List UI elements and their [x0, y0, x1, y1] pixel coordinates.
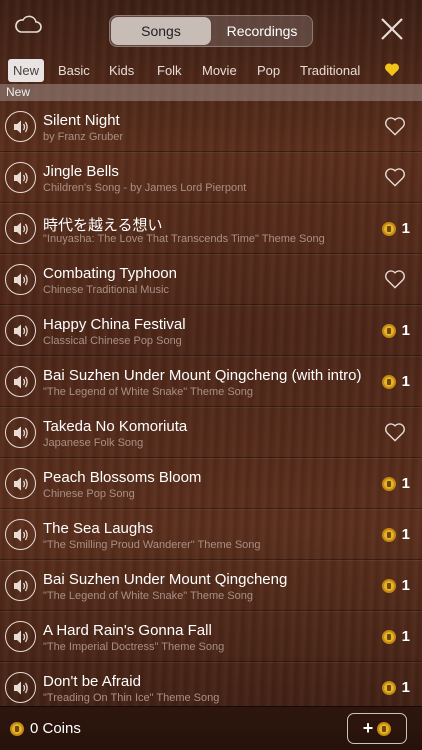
speaker-icon[interactable] — [5, 570, 36, 601]
song-title: Happy China Festival — [43, 316, 186, 333]
speaker-icon[interactable] — [5, 366, 36, 397]
song-row[interactable]: The Sea Laughs "The Smilling Proud Wande… — [0, 509, 422, 560]
song-title: Takeda No Komoriuta — [43, 418, 188, 435]
price-tag[interactable]: 1 — [381, 373, 410, 390]
price-tag[interactable]: 1 — [381, 475, 410, 492]
speaker-icon[interactable] — [5, 111, 36, 142]
coin-icon — [381, 578, 396, 593]
song-title: Don't be Afraid — [43, 673, 141, 690]
coin-icon — [381, 680, 396, 695]
heart-icon[interactable] — [384, 422, 406, 442]
category-favorites-heart-icon[interactable] — [384, 62, 400, 78]
category-basic[interactable]: Basic — [53, 59, 95, 82]
close-icon[interactable] — [380, 17, 404, 41]
category-traditional[interactable]: Traditional — [295, 59, 365, 82]
speaker-icon[interactable] — [5, 468, 36, 499]
speaker-icon[interactable] — [5, 162, 36, 193]
song-subtitle: Chinese Pop Song — [43, 488, 135, 500]
speaker-icon[interactable] — [5, 417, 36, 448]
song-title: Silent Night — [43, 112, 120, 129]
coin-balance: 0 Coins — [10, 720, 81, 737]
coin-balance-label: 0 Coins — [30, 720, 81, 737]
category-folk[interactable]: Folk — [152, 59, 187, 82]
category-kids[interactable]: Kids — [104, 59, 139, 82]
song-row[interactable]: Bai Suzhen Under Mount Qingcheng (with i… — [0, 356, 422, 407]
speaker-icon[interactable] — [5, 213, 36, 244]
song-subtitle: "Inuyasha: The Love That Transcends Time… — [43, 233, 325, 245]
song-subtitle: "Treading On Thin Ice" Theme Song — [43, 692, 220, 704]
song-list: Silent Night by Franz Gruber Jingle Bell… — [0, 101, 422, 713]
price-value: 1 — [401, 577, 410, 594]
song-subtitle: Children's Song - by James Lord Pierpont — [43, 182, 247, 194]
song-row[interactable]: 時代を越える想い "Inuyasha: The Love That Transc… — [0, 203, 422, 254]
songs-recordings-toggle: Songs Recordings — [109, 15, 313, 47]
price-value: 1 — [401, 679, 410, 696]
section-header-new: New — [0, 84, 422, 101]
cloud-icon[interactable] — [14, 14, 50, 42]
category-pop[interactable]: Pop — [252, 59, 285, 82]
heart-icon[interactable] — [384, 167, 406, 187]
song-subtitle: Japanese Folk Song — [43, 437, 144, 449]
song-row[interactable]: Peach Blossoms Bloom Chinese Pop Song 1 — [0, 458, 422, 509]
category-bar: New Basic Kids Folk Movie Pop Traditiona… — [0, 56, 422, 84]
song-row[interactable]: Jingle Bells Children's Song - by James … — [0, 152, 422, 203]
song-title: Bai Suzhen Under Mount Qingcheng — [43, 571, 288, 588]
price-value: 1 — [401, 322, 410, 339]
song-subtitle: "The Smilling Proud Wanderer" Theme Song — [43, 539, 261, 551]
price-tag[interactable]: 1 — [381, 220, 410, 237]
coin-icon — [381, 476, 396, 491]
coin-icon — [381, 323, 396, 338]
song-title: The Sea Laughs — [43, 520, 154, 537]
song-subtitle: "The Legend of White Snake" Theme Song — [43, 386, 254, 398]
song-subtitle: "The Imperial Doctress" Theme Song — [43, 641, 225, 653]
add-coins-button[interactable]: + — [347, 713, 407, 744]
coin-icon — [377, 721, 392, 736]
heart-icon[interactable] — [384, 269, 406, 289]
top-bar: Songs Recordings — [0, 0, 422, 56]
bottom-bar: 0 Coins + — [0, 706, 422, 750]
price-value: 1 — [401, 373, 410, 390]
speaker-icon[interactable] — [5, 519, 36, 550]
price-tag[interactable]: 1 — [381, 526, 410, 543]
song-subtitle: by Franz Gruber — [43, 131, 124, 143]
song-title: Peach Blossoms Bloom — [43, 469, 202, 486]
price-value: 1 — [401, 628, 410, 645]
price-tag[interactable]: 1 — [381, 628, 410, 645]
price-tag[interactable]: 1 — [381, 577, 410, 594]
tab-recordings[interactable]: Recordings — [212, 16, 312, 46]
song-subtitle: Chinese Traditional Music — [43, 284, 169, 296]
song-subtitle: Classical Chinese Pop Song — [43, 335, 182, 347]
song-title: A Hard Rain's Gonna Fall — [43, 622, 212, 639]
song-subtitle: "The Legend of White Snake" Theme Song — [43, 590, 254, 602]
song-row[interactable]: Happy China Festival Classical Chinese P… — [0, 305, 422, 356]
price-value: 1 — [401, 526, 410, 543]
coin-icon — [381, 374, 396, 389]
song-title: Bai Suzhen Under Mount Qingcheng (with i… — [43, 367, 362, 384]
tab-songs[interactable]: Songs — [111, 17, 211, 45]
speaker-icon[interactable] — [5, 672, 36, 703]
category-movie[interactable]: Movie — [197, 59, 242, 82]
price-value: 1 — [401, 220, 410, 237]
song-row[interactable]: A Hard Rain's Gonna Fall "The Imperial D… — [0, 611, 422, 662]
song-row[interactable]: Silent Night by Franz Gruber — [0, 101, 422, 152]
price-tag[interactable]: 1 — [381, 322, 410, 339]
heart-icon[interactable] — [384, 116, 406, 136]
coin-icon — [381, 527, 396, 542]
song-row[interactable]: Bai Suzhen Under Mount Qingcheng "The Le… — [0, 560, 422, 611]
song-title: Jingle Bells — [43, 163, 119, 180]
price-value: 1 — [401, 475, 410, 492]
coin-icon — [10, 721, 24, 736]
speaker-icon[interactable] — [5, 315, 36, 346]
speaker-icon[interactable] — [5, 621, 36, 652]
song-row[interactable]: Combating Typhoon Chinese Traditional Mu… — [0, 254, 422, 305]
song-title: Combating Typhoon — [43, 265, 177, 282]
plus-icon: + — [362, 718, 374, 738]
price-tag[interactable]: 1 — [381, 679, 410, 696]
category-new[interactable]: New — [8, 58, 45, 82]
song-title: 時代を越える想い — [43, 217, 163, 234]
coin-icon — [381, 221, 396, 236]
speaker-icon[interactable] — [5, 264, 36, 295]
coin-icon — [381, 629, 396, 644]
song-row[interactable]: Takeda No Komoriuta Japanese Folk Song — [0, 407, 422, 458]
